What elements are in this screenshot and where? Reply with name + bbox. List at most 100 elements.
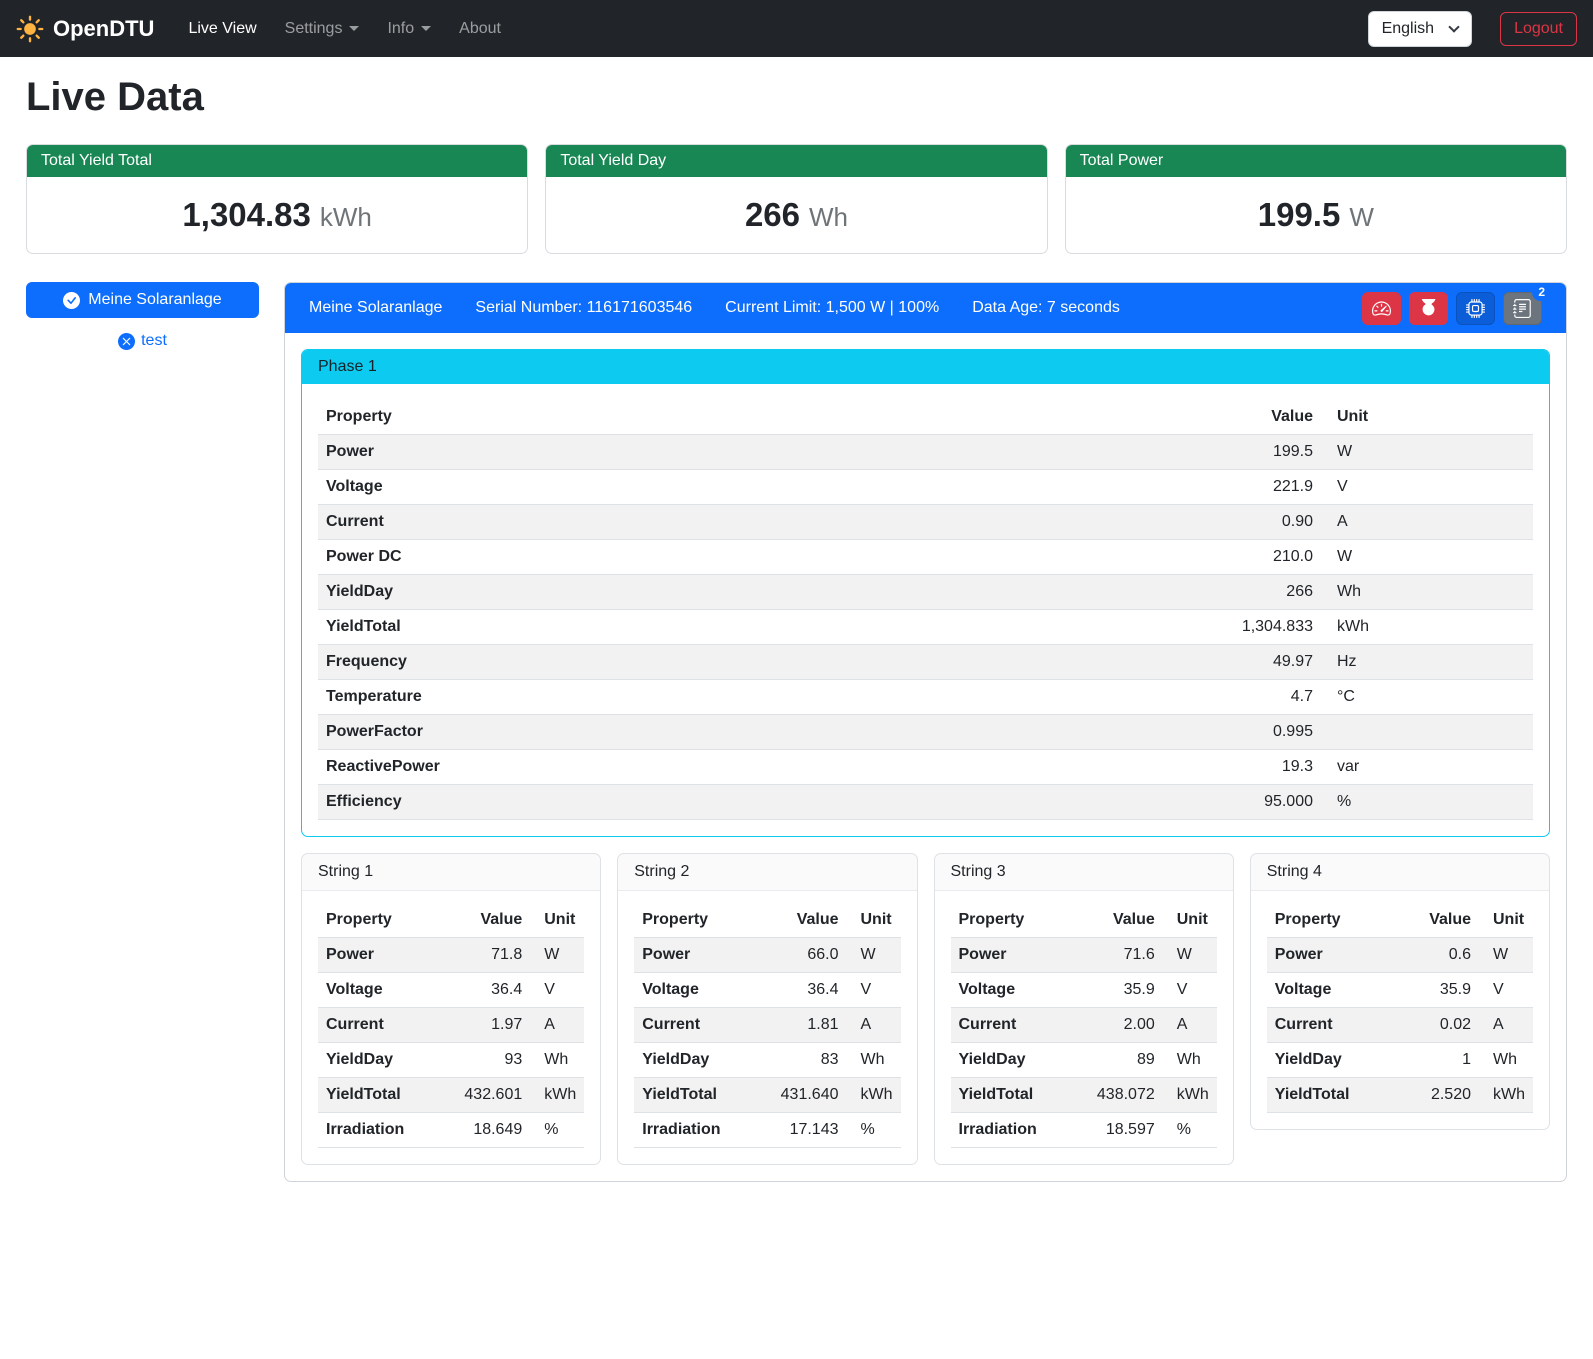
summary-value: 266 <box>745 196 800 234</box>
table-row: Frequency49.97Hz <box>318 645 1533 680</box>
summary-card-title: Total Yield Total <box>27 145 527 177</box>
property-cell: PowerFactor <box>318 715 1161 750</box>
table-row: Efficiency95.000% <box>318 785 1533 820</box>
summary-card-total-yield-day: Total Yield Day 266 Wh <box>545 144 1047 254</box>
unit-cell: kWh <box>1479 1078 1533 1113</box>
table-row: Voltage36.4V <box>318 973 584 1008</box>
property-cell: Power DC <box>318 540 1161 575</box>
caret-down-icon <box>421 26 431 31</box>
table-row: YieldTotal432.601kWh <box>318 1078 584 1113</box>
table-row: YieldTotal1,304.833kWh <box>318 610 1533 645</box>
string-table-body: Power66.0WVoltage36.4VCurrent1.81AYieldD… <box>634 938 900 1148</box>
column-header-value: Value <box>1161 400 1321 435</box>
nav-about[interactable]: About <box>445 12 515 46</box>
value-cell: 0.90 <box>1161 505 1321 540</box>
unit-cell: °C <box>1321 680 1533 715</box>
language-select[interactable]: English <box>1368 11 1472 47</box>
property-cell: Power <box>951 938 1081 973</box>
brand-label: OpenDTU <box>53 16 154 42</box>
summary-card-total-power: Total Power 199.5 W <box>1065 144 1567 254</box>
limit-settings-button[interactable] <box>1362 292 1401 325</box>
string-card-title: String 3 <box>935 854 1233 891</box>
value-cell: 1 <box>1397 1043 1479 1078</box>
table-header-row: Property Value Unit <box>318 400 1533 435</box>
column-header-unit: Unit <box>847 903 901 938</box>
table-row: YieldTotal2.520kWh <box>1267 1078 1533 1113</box>
unit-cell: V <box>1163 973 1217 1008</box>
summary-unit: kWh <box>320 202 372 233</box>
unit-cell: W <box>1321 540 1533 575</box>
inverter-select-button[interactable]: Meine Solaranlage <box>26 282 259 318</box>
phase-card-body: Property Value Unit Power199.5WVoltage22… <box>302 384 1549 836</box>
unit-cell: Wh <box>1163 1043 1217 1078</box>
table-row: Irradiation17.143% <box>634 1113 900 1148</box>
value-cell: 0.995 <box>1161 715 1321 750</box>
property-cell: Efficiency <box>318 785 1161 820</box>
unit-cell: A <box>530 1008 584 1043</box>
nav-settings-label: Settings <box>285 20 343 38</box>
property-cell: YieldTotal <box>1267 1078 1397 1113</box>
property-cell: YieldTotal <box>951 1078 1081 1113</box>
string-card-title: String 1 <box>302 854 600 891</box>
brand-link[interactable]: OpenDTU <box>16 15 154 43</box>
cpu-icon <box>1466 299 1485 318</box>
table-header-row: Property Value Unit <box>1267 903 1533 938</box>
x-circle-icon[interactable] <box>118 333 135 350</box>
column-header-property: Property <box>318 903 448 938</box>
inverter-sidebar: Meine Solaranlage test <box>26 282 259 350</box>
property-cell: Current <box>1267 1008 1397 1043</box>
check-circle-icon <box>63 292 80 309</box>
table-row: YieldTotal431.640kWh <box>634 1078 900 1113</box>
nav-info[interactable]: Info <box>373 12 445 46</box>
event-log-button[interactable]: 2 <box>1503 292 1542 325</box>
property-cell: Temperature <box>318 680 1161 715</box>
value-cell: 1.97 <box>448 1008 530 1043</box>
unit-cell: W <box>1163 938 1217 973</box>
property-cell: Voltage <box>1267 973 1397 1008</box>
inverter-header-actions: 2 <box>1362 292 1542 325</box>
string-card-3: String 3 Property Value Unit <box>934 853 1234 1165</box>
value-cell: 431.640 <box>765 1078 847 1113</box>
string-table-body: Power0.6WVoltage35.9VCurrent0.02AYieldDa… <box>1267 938 1533 1113</box>
property-cell: Current <box>318 505 1161 540</box>
inverter-tag: test <box>26 332 259 350</box>
chevron-down-icon <box>1448 21 1459 32</box>
property-cell: Voltage <box>634 973 764 1008</box>
unit-cell: A <box>847 1008 901 1043</box>
inverter-name: Meine Solaranlage <box>309 299 442 317</box>
value-cell: 36.4 <box>765 973 847 1008</box>
table-row: Current1.97A <box>318 1008 584 1043</box>
device-info-button[interactable] <box>1456 292 1495 325</box>
column-header-property: Property <box>634 903 764 938</box>
table-row: Current0.90A <box>318 505 1533 540</box>
property-cell: Power <box>318 435 1161 470</box>
value-cell: 1,304.833 <box>1161 610 1321 645</box>
unit-cell: V <box>530 973 584 1008</box>
power-settings-button[interactable] <box>1409 292 1448 325</box>
property-cell: Voltage <box>318 470 1161 505</box>
phase-table: Property Value Unit Power199.5WVoltage22… <box>318 400 1533 820</box>
nav-settings[interactable]: Settings <box>271 12 374 46</box>
unit-cell: kWh <box>1163 1078 1217 1113</box>
unit-cell: Wh <box>530 1043 584 1078</box>
value-cell: 18.597 <box>1081 1113 1163 1148</box>
nav-live-view[interactable]: Live View <box>174 12 270 46</box>
string-card-title: String 4 <box>1251 854 1549 891</box>
phase-card: Phase 1 Property Value Unit Power199.5WV… <box>301 349 1550 837</box>
value-cell: 2.520 <box>1397 1078 1479 1113</box>
table-header-row: Property Value Unit <box>951 903 1217 938</box>
string-table: Property Value Unit Power71.8WVoltage36.… <box>318 903 584 1148</box>
column-header-unit: Unit <box>1479 903 1533 938</box>
unit-cell: V <box>1321 470 1533 505</box>
nav-info-label: Info <box>387 20 414 38</box>
table-row: PowerFactor0.995 <box>318 715 1533 750</box>
value-cell: 210.0 <box>1161 540 1321 575</box>
logout-button[interactable]: Logout <box>1500 12 1577 46</box>
unit-cell: W <box>847 938 901 973</box>
column-header-property: Property <box>951 903 1081 938</box>
page-title: Live Data <box>26 75 1567 120</box>
value-cell: 4.7 <box>1161 680 1321 715</box>
table-row: YieldDay93Wh <box>318 1043 584 1078</box>
value-cell: 35.9 <box>1081 973 1163 1008</box>
string-table: Property Value Unit Power0.6WVoltage35.9… <box>1267 903 1533 1113</box>
